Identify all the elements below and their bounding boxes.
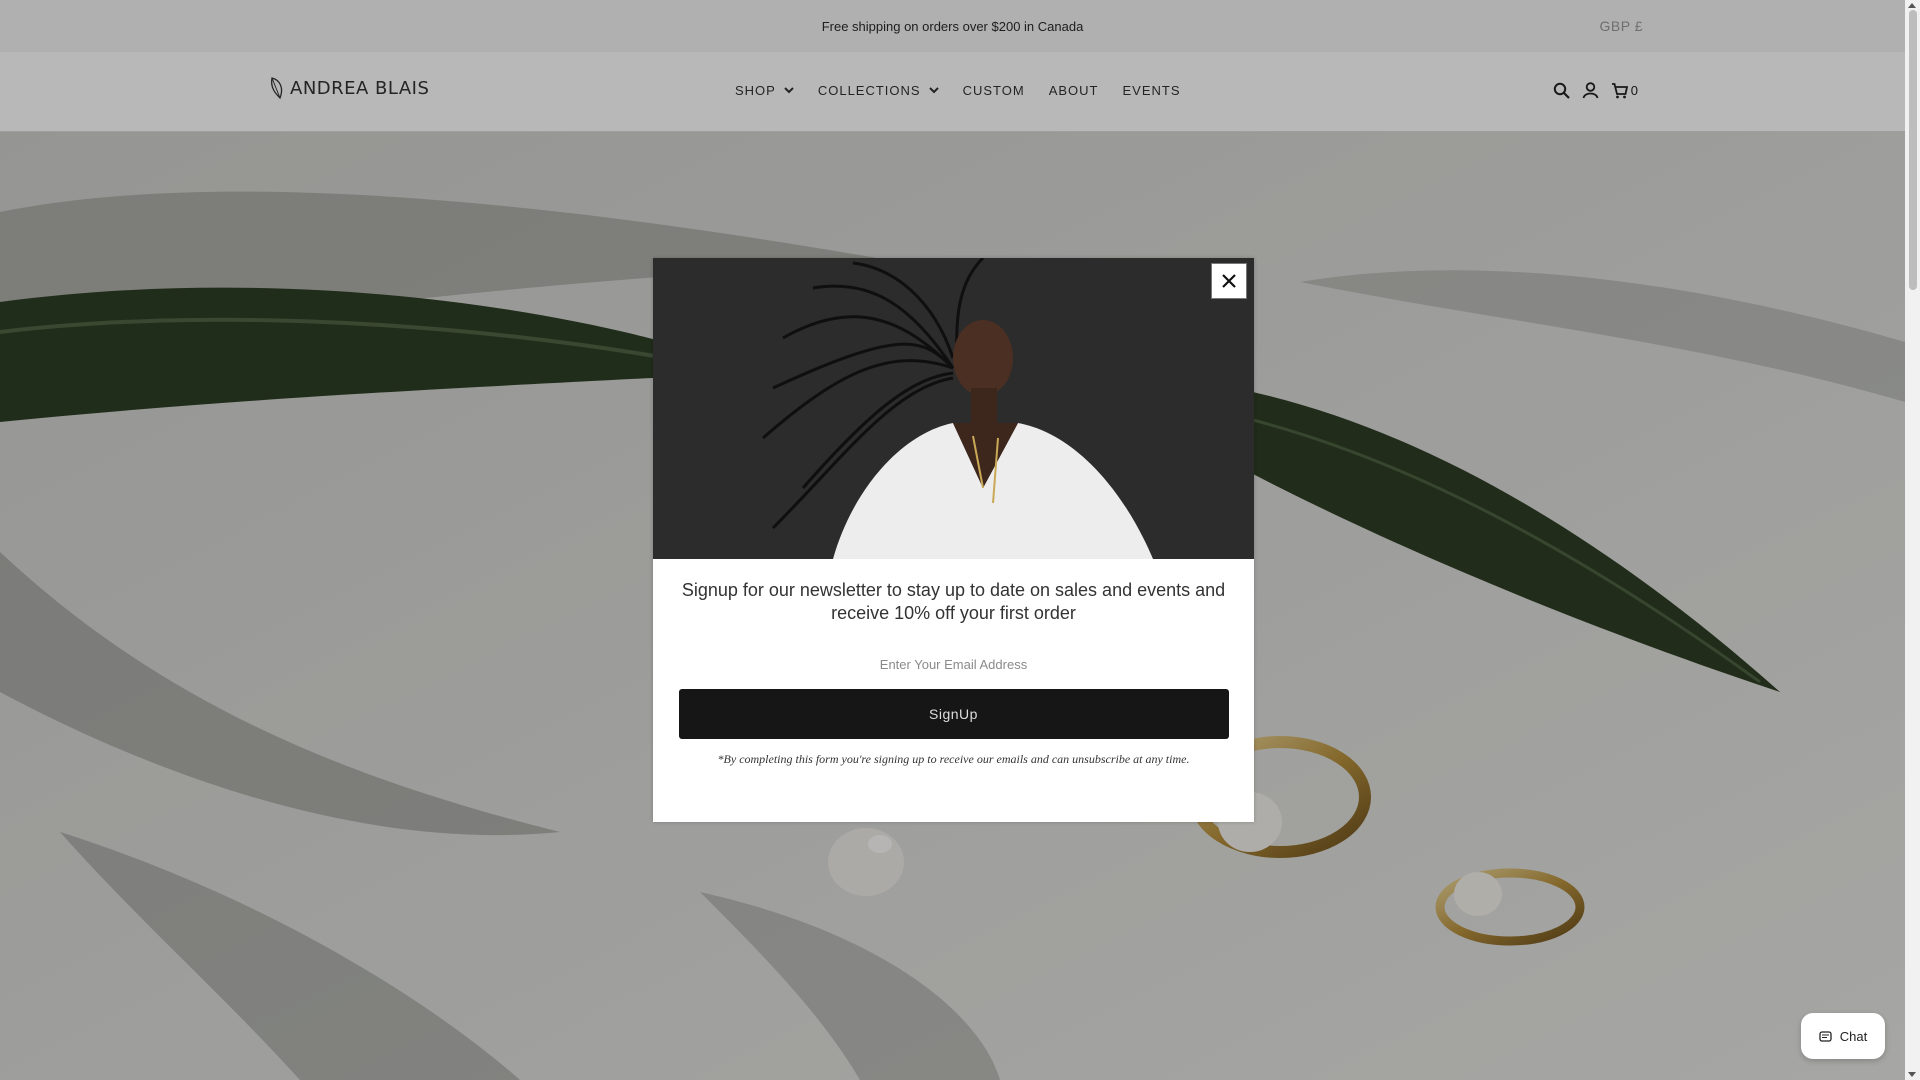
- newsletter-modal: Signup for our newsletter to stay up to …: [653, 258, 1254, 822]
- chat-icon: [1819, 1030, 1832, 1042]
- email-input[interactable]: [743, 651, 1164, 677]
- page: Free shipping on orders over $200 in Can…: [0, 0, 1920, 1080]
- modal-image: [653, 258, 1254, 559]
- scroll-thumb[interactable]: [1909, 10, 1917, 290]
- close-icon: [1222, 274, 1236, 288]
- chat-label: Chat: [1839, 1028, 1868, 1044]
- signup-disclaimer: *By completing this form you're signing …: [717, 752, 1190, 766]
- page-scrollbar[interactable]: [1905, 0, 1920, 1080]
- signup-button[interactable]: SignUp: [678, 689, 1229, 739]
- scroll-down-arrow-icon[interactable]: [1908, 1072, 1916, 1077]
- newsletter-message: Signup for our newsletter to stay up to …: [681, 580, 1226, 623]
- scroll-up-arrow-icon[interactable]: [1908, 3, 1916, 8]
- chat-button[interactable]: Chat: [1801, 1013, 1885, 1059]
- close-modal-button[interactable]: [1211, 263, 1247, 299]
- model-photo-illustration: [653, 258, 1254, 559]
